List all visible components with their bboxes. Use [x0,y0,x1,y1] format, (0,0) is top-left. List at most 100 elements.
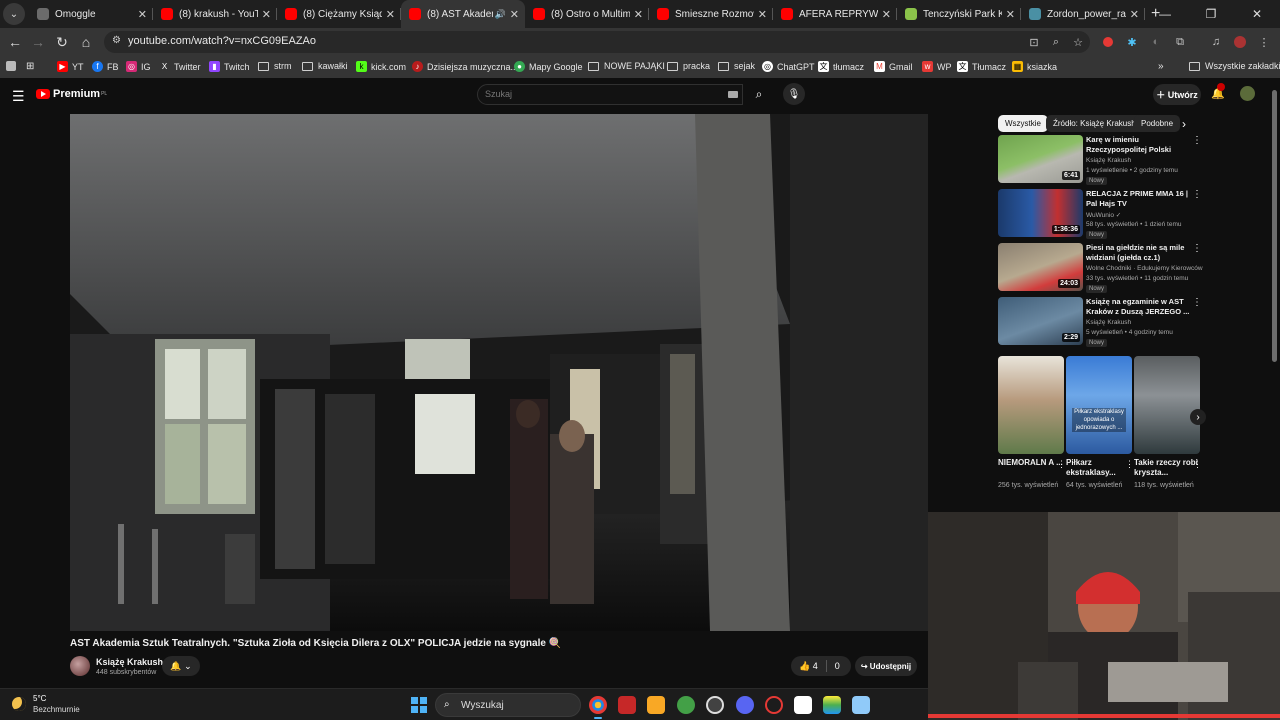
video-thumbnail[interactable]: 24:03 [998,243,1083,291]
app-taskbar-icon[interactable] [618,696,636,714]
extensions-puzzle-icon[interactable]: ⧉ [1172,34,1188,50]
bookmark-ksiazka[interactable]: ▦ ksiazka [1012,61,1057,72]
address-bar[interactable]: ⚙ youtube.com/watch?v=nxCG09EAZAo ⊡ ⌕ ☆ [104,31,1090,53]
short-thumbnail[interactable]: Piłkarz ekstraklasy opowiada o jednorazo… [1066,356,1132,454]
short-item[interactable]: Takie rzeczy robi kryszta... 118 tys. wyś… [1134,356,1202,490]
forward-button[interactable]: → [28,32,48,52]
maximize-button[interactable]: ❐ [1188,0,1234,28]
bookmark-tłumacz[interactable]: 文 Tłumacz [957,61,1006,72]
more-actions-icon[interactable]: ⋮ [1192,135,1202,146]
tab-0[interactable]: Omoggle ✕ [29,0,153,28]
bookmark-mapy-google[interactable]: ● Mapy Google [514,61,583,72]
shorts-next-icon[interactable]: › [1190,409,1206,425]
short-title[interactable]: NIEMORALN A ... [998,458,1064,478]
recommended-video[interactable]: 1:36:36 RELACJA Z PRIME MMA 16 | Pal Hajs… [998,189,1210,239]
taskbar-search[interactable]: ⌕ Wyszukaj [435,693,581,717]
video-thumbnail[interactable]: 6:41 [998,135,1083,183]
weather-moon-icon[interactable] [12,697,26,711]
chips-next-icon[interactable]: › [1182,117,1186,131]
calculator-icon[interactable] [852,696,870,714]
tab-close-icon[interactable]: ✕ [882,8,891,21]
file-explorer-icon[interactable] [647,696,665,714]
recommended-title[interactable]: Karę w imieniu Rzeczypospolitej Polski o… [1086,135,1190,154]
short-thumbnail[interactable] [998,356,1064,454]
tab-2[interactable]: (8) Ciężamy Ksiądz E ✕ [277,0,401,28]
bookmark-star-icon[interactable]: ☆ [1070,34,1086,50]
start-button[interactable] [411,697,427,713]
profile-avatar-icon[interactable] [1232,34,1248,50]
more-actions-icon[interactable]: ⋮ [1193,459,1202,470]
dislike-count[interactable]: 0 [835,661,840,671]
short-thumbnail[interactable] [1134,356,1200,454]
subscribed-notifications-button[interactable]: 🔔 ⌄ [162,656,200,676]
tab-6[interactable]: AFERA REPRYWATYZ ✕ [773,0,897,28]
channel-name[interactable]: Książę Krakush [96,657,163,667]
video-thumbnail[interactable]: 2:29 [998,297,1083,345]
chip-source-channel[interactable]: Źródło: Książę Krakush [1046,115,1143,132]
bookmark-gmail[interactable]: M Gmail [874,61,913,72]
bookmark-nowe-pająki[interactable]: NOWE PAJĄKI [588,61,665,71]
tab-close-icon[interactable]: ✕ [262,8,271,21]
more-actions-icon[interactable]: ⋮ [1192,243,1202,254]
bookmark-chatgpt[interactable]: ◎ ChatGPT [762,61,815,72]
bookmark-ig[interactable]: ◎ IG [126,61,151,72]
bookmark-pracka[interactable]: pracka [667,61,710,71]
more-bookmarks-icon[interactable]: » [1158,61,1164,72]
recommended-title[interactable]: Piesi na giełdzie nie są mile widziani (… [1086,243,1190,262]
bookmark-kawałki[interactable]: kawałki [302,61,348,71]
chrome-menu-icon[interactable]: ⋮ [1256,34,1272,50]
channel-avatar[interactable] [70,656,90,676]
tab-close-icon[interactable]: ✕ [386,8,395,21]
recommended-video[interactable]: 6:41 Karę w imieniu Rzeczypospolitej Pols… [998,135,1210,185]
bookmark-wp[interactable]: w WP [922,61,952,72]
notifications-bell-icon[interactable]: 🔔 [1211,83,1225,100]
clock-app-icon[interactable] [706,696,724,714]
install-icon[interactable]: ⊡ [1026,34,1042,50]
recommended-channel[interactable]: Wolne Chodniki · Edukujemy Kierowców [1086,265,1203,272]
youtube-premium-logo[interactable]: Premium PL [36,88,107,100]
chrome-taskbar-icon[interactable] [589,696,607,719]
site-info-icon[interactable]: ⚙ [112,35,121,46]
more-actions-icon[interactable]: ⋮ [1057,459,1066,470]
create-button[interactable]: ＋ Utwórz [1153,84,1201,105]
tab-close-icon[interactable]: ✕ [1006,8,1015,21]
bookmark-dzisiejsza-muzyczna-[interactable]: ♪ Dzisiejsza muzyczna... [412,61,518,72]
tab-close-icon[interactable]: ✕ [1130,8,1139,21]
recommended-channel[interactable]: WuWunio ✓ [1086,211,1121,219]
tab-1[interactable]: (8) krakush - YouTube ✕ [153,0,277,28]
bookmark-twitch[interactable]: ▮ Twitch [209,61,250,72]
all-bookmarks-folder[interactable]: Wszystkie zakładki [1189,61,1280,71]
voice-search-icon[interactable]: 🎙 [783,83,805,105]
video-player[interactable] [70,114,928,631]
share-button[interactable]: ↪ Udostępnij [855,656,917,676]
recommended-title[interactable]: RELACJA Z PRIME MMA 16 | Pal Hajs TV [1086,189,1190,208]
short-item[interactable]: NIEMORALN A ... 256 tys. wyświetleń ⋮ [998,356,1066,490]
minimize-button[interactable]: — [1142,0,1188,28]
stack-app-icon[interactable] [823,696,841,714]
bookmark-kick-com[interactable]: k kick.com [356,61,406,72]
tab-5[interactable]: Śmieszne Rozmowy ✕ [649,0,773,28]
weather-temp[interactable]: 5°C [33,694,46,703]
shield-app-icon[interactable] [677,696,695,714]
recommended-title[interactable]: Książę na egzaminie w AST Kraków z Duszą… [1086,297,1190,316]
bookmark-twitter[interactable]: X Twitter [159,61,201,72]
page-scrollbar[interactable] [1272,90,1277,362]
back-button[interactable]: ← [5,32,25,52]
bookmark-fb[interactable]: f FB [92,61,119,72]
bookmark-tłumacz[interactable]: 文 tłumacz [818,61,864,72]
tab-close-icon[interactable]: ✕ [138,8,147,21]
close-window-button[interactable]: ✕ [1234,0,1280,28]
recommended-video[interactable]: 2:29 Książę na egzaminie w AST Kraków z D… [998,297,1210,347]
tab-7[interactable]: Tenczyński Park Kraj ✕ [897,0,1021,28]
tab-groups-icon[interactable] [6,61,16,71]
apps-grid-icon[interactable]: ⊞ [26,61,34,72]
tab-3[interactable]: (8) AST Akademi🔊 ✕ [401,0,525,28]
zoom-icon[interactable]: ⌕ [1048,34,1064,50]
short-title[interactable]: Piłkarz ekstraklasy... [1066,458,1132,478]
media-control-icon[interactable]: ♫ [1208,34,1224,50]
record-extension-icon[interactable] [1100,34,1116,50]
recommended-video[interactable]: 24:03 Piesi na giełdzie nie są mile widzi… [998,243,1210,293]
tab-close-icon[interactable]: ✕ [510,8,519,21]
reload-button[interactable]: ↻ [52,32,72,52]
speaker-icon[interactable]: 🔊 [495,9,506,20]
